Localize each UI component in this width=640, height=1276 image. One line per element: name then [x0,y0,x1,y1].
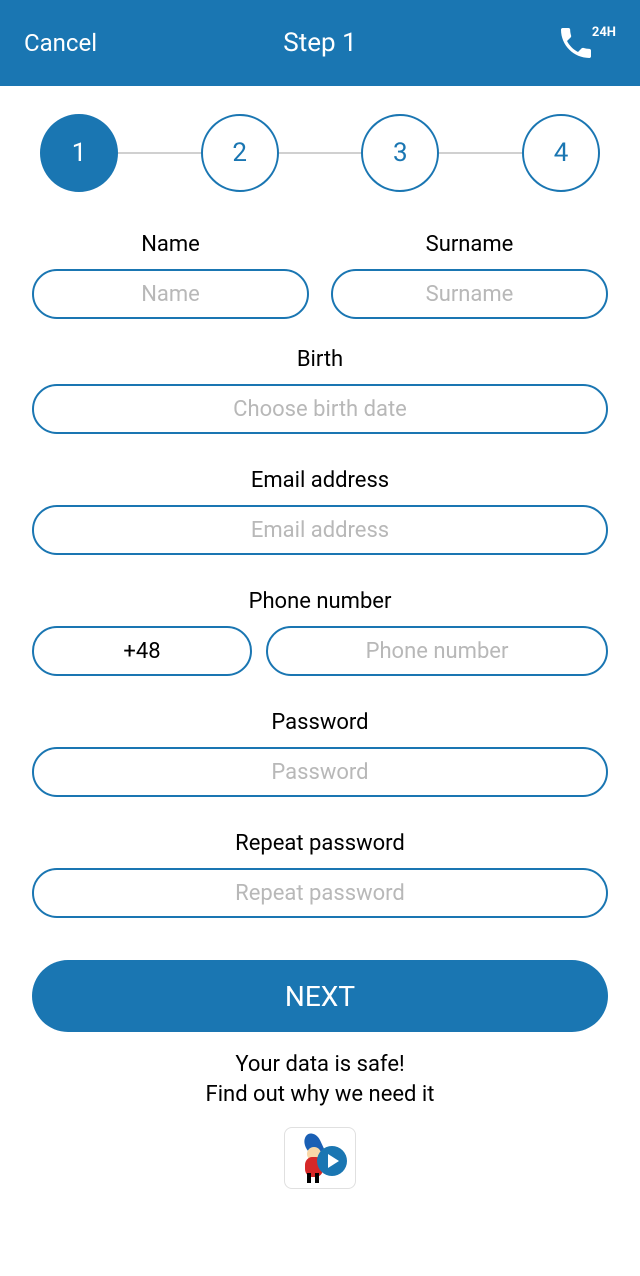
step-3[interactable]: 3 [361,114,439,192]
password-label: Password [32,710,608,735]
surname-input[interactable] [331,269,608,319]
phone-label: Phone number [32,589,608,614]
cancel-button[interactable]: Cancel [24,29,97,57]
phone-prefix-input[interactable] [32,626,252,676]
step-indicator: 1 2 3 4 [0,86,640,212]
birth-input[interactable] [32,384,608,434]
birth-label: Birth [32,347,608,372]
phone-number-input[interactable] [266,626,608,676]
email-input[interactable] [32,505,608,555]
phone-support-button[interactable]: 24H [556,23,616,63]
page-title: Step 1 [283,28,356,58]
info-video-button[interactable] [284,1127,356,1189]
step-1[interactable]: 1 [40,114,118,192]
step-2[interactable]: 2 [201,114,279,192]
step-connector [118,152,201,154]
step-connector [439,152,522,154]
footer-info: Your data is safe! Find out why we need … [0,1050,640,1109]
repeat-password-label: Repeat password [32,831,608,856]
registration-form: Name Surname Birth Email address Phone n… [0,212,640,918]
name-input[interactable] [32,269,309,319]
phone-icon [556,23,596,63]
repeat-password-input[interactable] [32,868,608,918]
footer-line-1: Your data is safe! [0,1050,640,1080]
step-4[interactable]: 4 [522,114,600,192]
surname-label: Surname [331,232,608,257]
step-connector [279,152,362,154]
next-button[interactable]: NEXT [32,960,608,1032]
phone-badge: 24H [592,25,616,40]
password-input[interactable] [32,747,608,797]
email-label: Email address [32,468,608,493]
header: Cancel Step 1 24H [0,0,640,86]
name-label: Name [32,232,309,257]
footer-line-2: Find out why we need it [0,1080,640,1110]
